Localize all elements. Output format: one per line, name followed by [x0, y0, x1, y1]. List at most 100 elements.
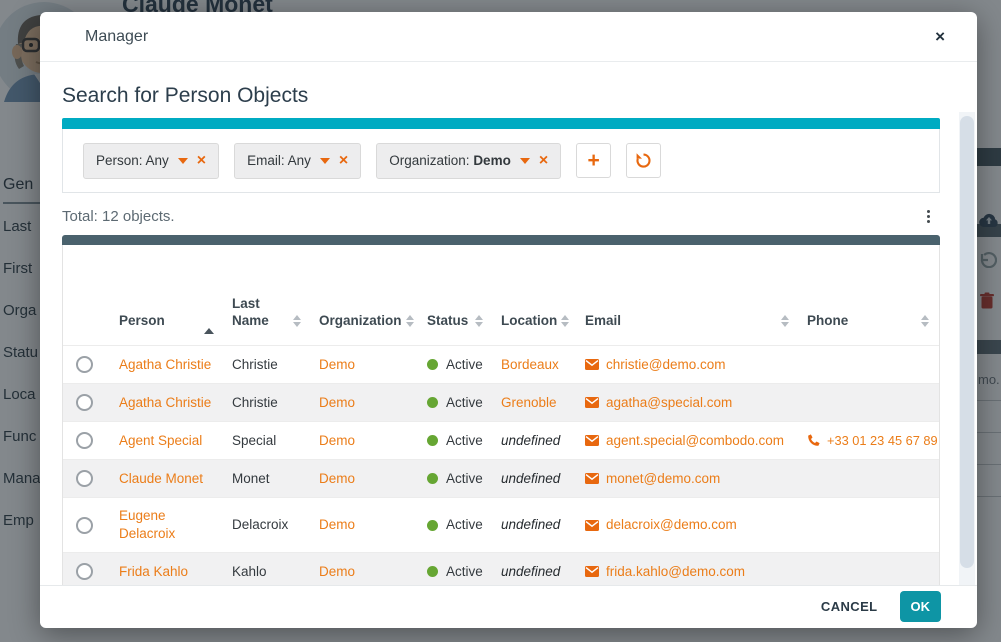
- location-cell: undefined: [493, 460, 577, 497]
- last-name-cell: Delacroix: [224, 498, 311, 552]
- sort-icon[interactable]: [561, 315, 569, 329]
- row-radio[interactable]: [76, 563, 93, 580]
- row-select-cell: [63, 422, 111, 459]
- close-icon[interactable]: ×: [935, 28, 945, 45]
- column-header-location[interactable]: Location: [493, 245, 577, 345]
- organization-link[interactable]: Demo: [319, 563, 355, 581]
- email-link[interactable]: agatha@special.com: [606, 394, 732, 412]
- remove-filter-icon[interactable]: ×: [539, 153, 548, 169]
- chevron-down-icon[interactable]: [178, 158, 188, 164]
- email-icon: [585, 566, 599, 577]
- organization-link[interactable]: Demo: [319, 356, 355, 374]
- sort-icon[interactable]: [293, 315, 301, 329]
- row-radio[interactable]: [76, 394, 93, 411]
- status-dot-icon: [427, 473, 438, 484]
- row-select-cell: [63, 346, 111, 383]
- person-link[interactable]: Agatha Christie: [119, 394, 211, 412]
- refresh-button[interactable]: [626, 143, 661, 178]
- phone-cell: [799, 346, 939, 383]
- email-link[interactable]: christie@demo.com: [606, 356, 726, 374]
- filter-chip-email[interactable]: Email: Any ×: [234, 143, 361, 179]
- table-row: Agatha ChristieChristieDemoActiveBordeau…: [63, 345, 939, 383]
- table-row: Agatha Christie Christie Demo Active Grenobl…: [63, 383, 939, 421]
- email-link[interactable]: frida.kahlo@demo.com: [606, 563, 745, 581]
- email-link[interactable]: monet@demo.com: [606, 470, 720, 488]
- sort-icon[interactable]: [406, 315, 414, 329]
- column-header-person[interactable]: Person: [111, 245, 224, 345]
- last-name-text: Kahlo: [232, 563, 267, 581]
- phone-icon: [807, 434, 820, 447]
- add-criterion-button[interactable]: +: [576, 143, 611, 178]
- filter-chip-organization[interactable]: Organization: Demo×: [376, 143, 561, 179]
- organization-link[interactable]: Demo: [319, 470, 355, 488]
- filter-chip-label: Person: Any: [96, 153, 169, 168]
- results-count: Total: 12 objects.: [62, 208, 175, 225]
- filter-chip-value: Demo: [473, 153, 511, 168]
- status-cell: Active: [419, 384, 493, 421]
- status-cell: Active: [419, 422, 493, 459]
- sort-icon[interactable]: [475, 315, 483, 329]
- organization-cell: Demo: [311, 346, 419, 383]
- phone-link[interactable]: +33 01 23 45 67 89: [827, 432, 938, 450]
- table-header-row: PersonLast NameOrganizationStatusLocatio…: [63, 245, 939, 345]
- status-dot-icon: [427, 520, 438, 531]
- column-header-status[interactable]: Status: [419, 245, 493, 345]
- organization-link[interactable]: Demo: [319, 516, 355, 534]
- person-link[interactable]: Agatha Christie: [119, 356, 211, 374]
- row-radio[interactable]: [76, 432, 93, 449]
- remove-filter-icon[interactable]: ×: [339, 153, 348, 169]
- filter-chip-label: Email: Any: [247, 153, 311, 168]
- organization-link[interactable]: Demo: [319, 394, 355, 412]
- column-header-phone[interactable]: Phone: [799, 245, 939, 345]
- phone-cell: [799, 498, 939, 552]
- column-header-last-name[interactable]: Last Name: [224, 245, 311, 345]
- results-table: PersonLast NameOrganizationStatusLocatio…: [62, 245, 940, 585]
- phone-cell: [799, 384, 939, 421]
- column-header-organization[interactable]: Organization: [311, 245, 419, 345]
- location-undefined: undefined: [501, 432, 560, 450]
- organization-link[interactable]: Demo: [319, 432, 355, 450]
- cancel-button[interactable]: CANCEL: [821, 599, 878, 614]
- chevron-down-icon[interactable]: [320, 158, 330, 164]
- sort-ascending-icon[interactable]: [204, 312, 214, 329]
- row-radio[interactable]: [76, 470, 93, 487]
- status-dot-icon: [427, 397, 438, 408]
- email-cell: frida.kahlo@demo.com: [577, 553, 799, 585]
- modal-body: Search for Person Objects Person: Any×Em…: [40, 62, 977, 585]
- person-cell: Agent Special: [111, 422, 224, 459]
- sort-icon[interactable]: [781, 315, 789, 329]
- chevron-down-icon[interactable]: [520, 158, 530, 164]
- table-rows: Agatha Christie Christie Demo Active Bordeau…: [63, 345, 939, 585]
- remove-filter-icon[interactable]: ×: [197, 153, 206, 169]
- location-cell: Grenoble: [493, 384, 577, 421]
- status-text: Active: [446, 516, 483, 534]
- row-radio[interactable]: [76, 517, 93, 534]
- row-select-cell: [63, 460, 111, 497]
- person-cell: Frida Kahlo: [111, 553, 224, 585]
- row-radio[interactable]: [76, 356, 93, 373]
- ok-button[interactable]: OK: [900, 591, 942, 622]
- modal-scrollbar[interactable]: [959, 112, 975, 585]
- email-link[interactable]: agent.special@combodo.com: [606, 432, 784, 450]
- person-link[interactable]: Eugene Delacroix: [119, 507, 216, 543]
- last-name-text: Delacroix: [232, 516, 288, 534]
- status-dot-icon: [427, 435, 438, 446]
- column-header-email[interactable]: Email: [577, 245, 799, 345]
- person-link[interactable]: Frida Kahlo: [119, 563, 188, 581]
- email-link[interactable]: delacroix@demo.com: [606, 516, 737, 534]
- status-dot-icon: [427, 359, 438, 370]
- person-link[interactable]: Claude Monet: [119, 470, 203, 488]
- filter-chip-person[interactable]: Person: Any ×: [83, 143, 219, 179]
- column-header-select: [63, 245, 111, 345]
- modal-title: Manager: [85, 28, 148, 46]
- status-text: Active: [446, 470, 483, 488]
- location-link[interactable]: Bordeaux: [501, 356, 559, 374]
- kebab-menu-icon[interactable]: [917, 206, 940, 227]
- person-cell: Agatha Christie: [111, 384, 224, 421]
- location-link[interactable]: Grenoble: [501, 394, 557, 412]
- scrollbar-thumb[interactable]: [960, 116, 974, 568]
- person-link[interactable]: Agent Special: [119, 432, 202, 450]
- column-label: Phone: [807, 312, 848, 329]
- last-name-cell: Christie: [224, 384, 311, 421]
- sort-icon[interactable]: [921, 315, 929, 329]
